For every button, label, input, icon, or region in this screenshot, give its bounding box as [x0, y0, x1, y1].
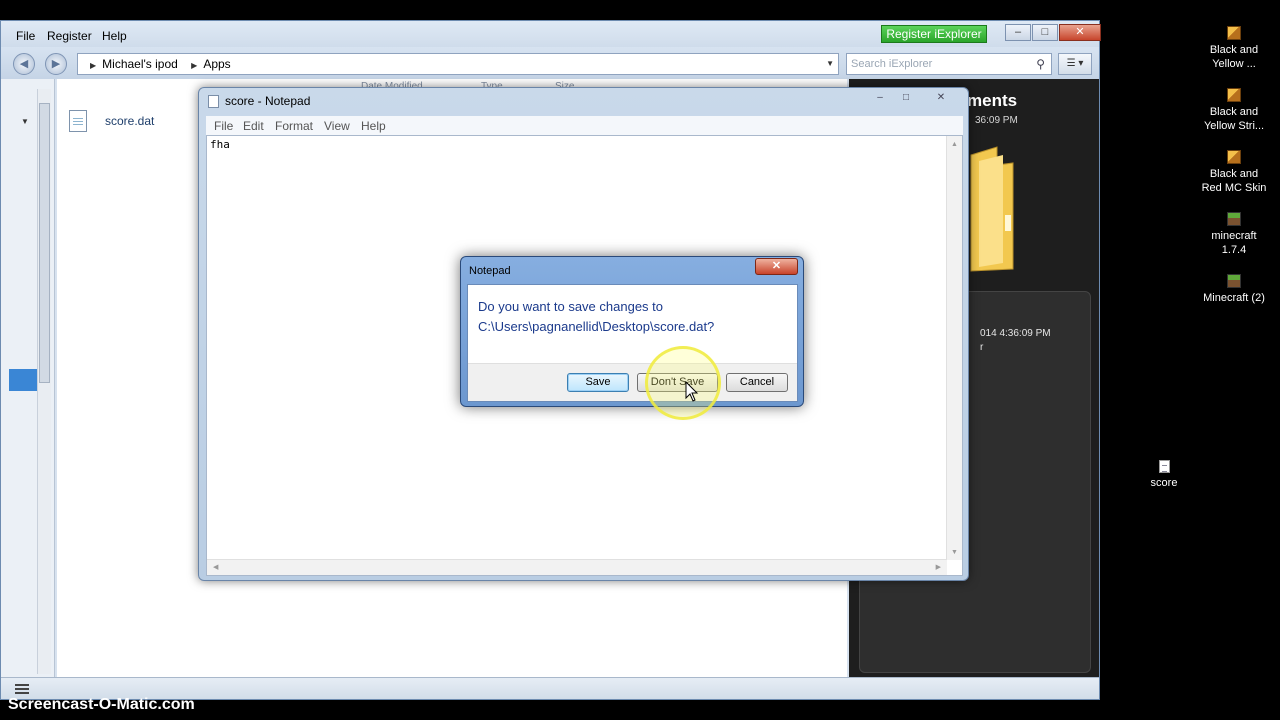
minimize-button[interactable]: – [867, 91, 893, 107]
maximize-button[interactable]: □ [1032, 24, 1058, 41]
watermark: Screencast-O-Matic.com [8, 696, 195, 713]
folder-icon [970, 146, 1014, 272]
breadcrumb-apps[interactable]: Apps [203, 57, 230, 71]
details-subtitle: 36:09 PM [975, 115, 1018, 126]
desktop-icon-minecraft-174[interactable]: minecraft 1.7.4 [1194, 212, 1274, 257]
menu-view[interactable]: View [324, 119, 350, 133]
menu-edit[interactable]: Edit [243, 119, 264, 133]
dialog-title: Notepad [469, 265, 511, 277]
desktop-icon-label: Black and Red MC Skin [1201, 168, 1267, 194]
notepad-title: score - Notepad [225, 94, 311, 108]
cancel-button[interactable]: Cancel [726, 373, 788, 392]
menu-format[interactable]: Format [275, 119, 313, 133]
maximize-button[interactable]: □ [893, 91, 919, 107]
notepad-content: fha [210, 138, 230, 151]
menu-register[interactable]: Register [47, 29, 92, 43]
minimize-button[interactable]: – [1005, 24, 1031, 41]
iexplorer-menubar: File Register Help Register iExplorer – … [1, 21, 1101, 47]
horizontal-scrollbar[interactable]: ◀ ▶ [207, 559, 947, 575]
sidebar-selected-item[interactable] [9, 369, 37, 391]
file-name: score.dat [105, 114, 155, 128]
search-input[interactable]: Search iExplorer ⚲ [846, 53, 1052, 75]
menu-help[interactable]: Help [102, 29, 127, 43]
mouse-cursor-icon [685, 381, 699, 402]
save-changes-dialog: Notepad ✕ Do you want to save changes to… [460, 256, 804, 407]
minecraft-skin-icon [1227, 150, 1241, 164]
details-title: ments [967, 91, 1018, 110]
dialog-message-line2: C:\Users\pagnanellid\Desktop\score.dat? [478, 319, 715, 334]
breadcrumb-arrow-icon: ▶ [90, 61, 97, 70]
breadcrumb[interactable]: ▶ Michael's ipod ▶ Apps ▼ [77, 53, 839, 75]
desktop-icon-black-yellow-stripe[interactable]: Black and Yellow Stri... [1194, 88, 1274, 133]
dont-save-button[interactable]: Don't Save [637, 373, 718, 392]
desktop-icon-label: minecraft 1.7.4 [1211, 230, 1257, 256]
dialog-message: Do you want to save changes to C:\Users\… [478, 297, 714, 337]
sidebar: ▼ [1, 79, 55, 679]
forward-arrow-icon: ▶ [51, 58, 61, 70]
list-view-icon: ☰ ▾ [1066, 58, 1084, 69]
menu-help[interactable]: Help [361, 119, 386, 133]
text-file-icon [1158, 460, 1170, 473]
desktop-icon-label: Minecraft (2) [1203, 292, 1265, 304]
details-extra: r [980, 342, 984, 353]
notepad-menubar: File Edit Format View Help [206, 116, 963, 135]
scrollbar-thumb[interactable] [39, 103, 50, 383]
chevron-down-icon[interactable]: ▼ [826, 54, 834, 74]
desktop-icon-label: Black and Yellow ... [1209, 44, 1259, 70]
back-button[interactable]: ◀ [13, 53, 35, 75]
search-placeholder: Search iExplorer [851, 58, 933, 70]
minecraft-skin-icon [1227, 26, 1241, 40]
dialog-close-button[interactable]: ✕ [755, 258, 798, 275]
search-icon[interactable]: ⚲ [1036, 54, 1045, 74]
breadcrumb-device[interactable]: Michael's ipod [102, 57, 178, 71]
list-item[interactable]: score.dat [69, 109, 154, 133]
forward-button[interactable]: ▶ [45, 53, 67, 75]
view-options-button[interactable]: ☰ ▾ [1058, 53, 1092, 75]
desktop-icon-black-red-mc-skin[interactable]: Black and Red MC Skin [1194, 150, 1274, 195]
desktop-icon-label: score [1150, 477, 1178, 489]
notepad-window-controls: – □ ✕ [867, 91, 963, 107]
minecraft-grass-icon [1227, 212, 1241, 226]
dialog-footer: Save Don't Save Cancel [468, 363, 797, 401]
minecraft-skin-icon [1227, 88, 1241, 102]
menu-file[interactable]: File [214, 119, 233, 133]
scroll-right-icon[interactable]: ▶ [936, 563, 941, 571]
chevron-down-icon[interactable]: ▼ [21, 117, 29, 126]
dialog-body: Do you want to save changes to C:\Users\… [467, 284, 798, 402]
save-button[interactable]: Save [567, 373, 629, 392]
desktop-icon-label: Black and Yellow Stri... [1203, 106, 1265, 132]
close-button[interactable]: ✕ [1059, 24, 1101, 41]
scroll-up-icon[interactable]: ▲ [951, 141, 958, 148]
desktop-icon-score[interactable]: score [1124, 460, 1204, 490]
back-arrow-icon: ◀ [19, 58, 29, 70]
minecraft-grass-icon [1227, 274, 1241, 288]
dialog-message-line1: Do you want to save changes to [478, 299, 664, 314]
scroll-down-icon[interactable]: ▼ [951, 549, 958, 556]
desktop-icon-minecraft-2[interactable]: Minecraft (2) [1194, 274, 1274, 305]
close-button[interactable]: ✕ [919, 91, 963, 107]
iexplorer-window-controls: – □ ✕ [1005, 24, 1101, 41]
desktop-icon-black-yellow[interactable]: Black and Yellow ... [1194, 26, 1274, 71]
text-file-icon [69, 110, 87, 132]
sidebar-scrollbar[interactable] [37, 89, 51, 674]
notepad-icon [208, 95, 219, 108]
scroll-left-icon[interactable]: ◀ [213, 563, 218, 571]
menu-icon[interactable] [15, 684, 29, 694]
menu-file[interactable]: File [16, 29, 35, 43]
close-icon: ✕ [771, 260, 782, 272]
breadcrumb-arrow-icon: ▶ [191, 61, 198, 70]
register-iexplorer-button[interactable]: Register iExplorer [881, 25, 987, 43]
vertical-scrollbar[interactable]: ▲ ▼ [946, 136, 962, 560]
address-bar: ◀ ▶ ▶ Michael's ipod ▶ Apps ▼ Search iExpl… [1, 47, 1099, 79]
details-date: 014 4:36:09 PM [980, 328, 1051, 339]
